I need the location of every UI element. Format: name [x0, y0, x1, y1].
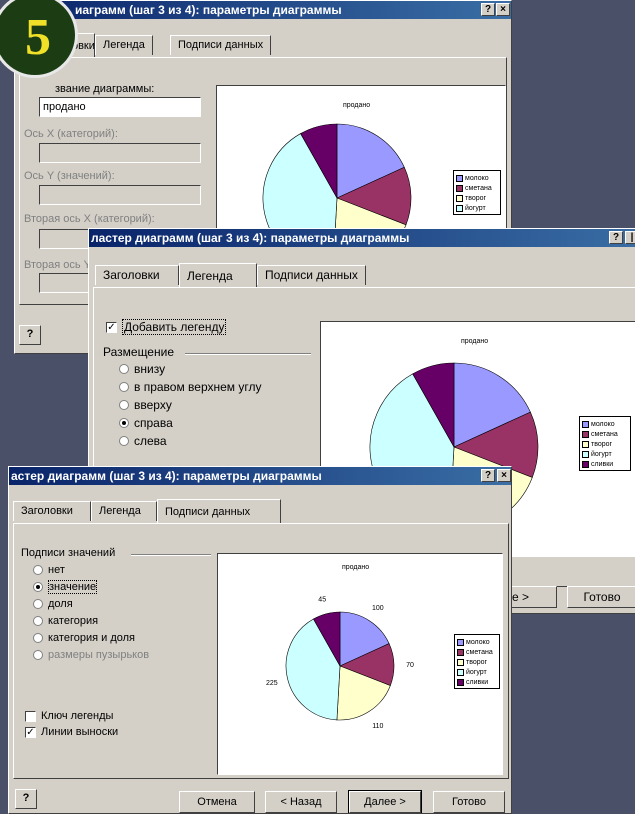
axis-x2-label: Вторая ось X (категорий):: [24, 213, 155, 225]
legend-swatch: [456, 194, 463, 202]
placement-group-label: Размещение: [103, 345, 174, 359]
checkbox-box: [25, 710, 36, 722]
value-label-options: нет значение доля категория категория и …: [33, 561, 149, 663]
help-button[interactable]: ?: [609, 231, 623, 244]
legend-item: молоко: [582, 419, 628, 429]
legend-item: молоко: [456, 173, 498, 183]
close-button[interactable]: |: [625, 231, 635, 244]
legend-swatch: [582, 440, 589, 448]
legend-swatch: [457, 648, 464, 656]
legend-swatch: [457, 668, 464, 676]
legend-item: йогурт: [456, 203, 498, 213]
checkbox-box: ✓: [106, 321, 117, 333]
chart-title-input[interactable]: продано: [39, 97, 201, 117]
group-divider: [131, 554, 211, 556]
chart-legend: молоко сметана творог йогурт сливки: [579, 416, 631, 471]
add-legend-checkbox[interactable]: ✓ Добавить легенду: [106, 318, 227, 336]
chart-wizard-dialog-data-labels: астер диаграмм (шаг 3 из 4): параметры д…: [8, 466, 512, 814]
placement-left-radio[interactable]: слева: [119, 432, 262, 450]
tab-data-labels[interactable]: Подписи данных: [257, 265, 366, 285]
axis-y-input[interactable]: [39, 185, 201, 205]
legend-swatch: [582, 460, 589, 468]
tab-legend[interactable]: Легенда: [179, 263, 257, 287]
dialog-title: иаграмм (шаг 3 из 4): параметры диаграмм…: [75, 3, 342, 17]
legend-item: сливки: [582, 459, 628, 469]
value-labels-group-label: Подписи значений: [21, 547, 116, 559]
placement-options: внизу в правом верхнем углу вверху справ…: [119, 360, 262, 450]
legend-swatch: [457, 638, 464, 646]
dialog-title-bar[interactable]: ластер диаграмм (шаг 3 из 4): параметры …: [89, 229, 635, 247]
cancel-button[interactable]: Отмена: [179, 791, 255, 813]
help-button[interactable]: ?: [481, 3, 495, 16]
dialog-title-bar[interactable]: астер диаграмм (шаг 3 из 4): параметры д…: [9, 467, 511, 485]
tab-strip: Заголовки Легенда Подписи данных: [13, 499, 503, 523]
axis-x-input[interactable]: [39, 143, 201, 163]
placement-bottom-radio[interactable]: внизу: [119, 360, 262, 378]
chart-legend: молоко сметана творог йогурт: [453, 170, 501, 215]
tab-data-labels[interactable]: Подписи данных: [157, 499, 281, 523]
checkbox-box: ✓: [25, 726, 36, 738]
legend-item: сметана: [582, 429, 628, 439]
chart-legend: молоко сметана творог йогурт сливки: [454, 634, 500, 689]
label-none-radio[interactable]: нет: [33, 561, 149, 578]
finish-button[interactable]: Готово: [433, 791, 505, 813]
tab-legend[interactable]: Легенда: [95, 35, 153, 55]
legend-swatch: [582, 420, 589, 428]
chart-title-label: звание диаграммы:: [55, 83, 155, 95]
data-label-2: 70: [406, 662, 414, 669]
chart-preview: продано 100 70 110 225 45 молоко сметана тво…: [217, 553, 503, 775]
legend-item: йогурт: [582, 449, 628, 459]
tab-titles[interactable]: Заголовки: [95, 265, 179, 285]
label-value-radio[interactable]: значение: [33, 578, 149, 595]
legend-swatch: [456, 174, 463, 182]
label-share-radio[interactable]: доля: [33, 595, 149, 612]
group-divider: [185, 353, 311, 355]
label-category-share-radio[interactable]: категория и доля: [33, 629, 149, 646]
help-icon[interactable]: ?: [19, 325, 41, 345]
legend-item: творог: [457, 657, 497, 667]
dialog-title: ластер диаграмм (шаг 3 из 4): параметры …: [91, 231, 410, 245]
data-label-3: 110: [372, 723, 383, 730]
legend-swatch: [582, 450, 589, 458]
legend-item: сметана: [456, 183, 498, 193]
legend-swatch: [457, 658, 464, 666]
placement-top-right-radio[interactable]: в правом верхнем углу: [119, 378, 262, 396]
legend-item: сливки: [457, 677, 497, 687]
legend-item: йогурт: [457, 667, 497, 677]
legend-swatch: [456, 184, 463, 192]
axis-x-label: Ось X (категорий):: [24, 128, 118, 140]
help-button[interactable]: ?: [481, 469, 495, 482]
close-button[interactable]: ×: [497, 469, 511, 482]
dialog-title: астер диаграмм (шаг 3 из 4): параметры д…: [11, 469, 322, 483]
label-bubble-size-radio[interactable]: размеры пузырьков: [33, 646, 149, 663]
tab-strip: Заголовки Легенда Подписи данных: [35, 33, 495, 57]
close-button[interactable]: ×: [496, 3, 510, 16]
legend-item: сметана: [457, 647, 497, 657]
placement-top-radio[interactable]: вверху: [119, 396, 262, 414]
legend-swatch: [456, 204, 463, 212]
axis-y2-label: Вторая ось Y: [24, 259, 91, 271]
legend-item: молоко: [457, 637, 497, 647]
legend-swatch: [457, 678, 464, 686]
back-button[interactable]: < Назад: [265, 791, 337, 813]
legend-item: творог: [582, 439, 628, 449]
placement-right-radio[interactable]: справа: [119, 414, 262, 432]
finish-button[interactable]: Готово: [567, 586, 635, 608]
legend-item: творог: [456, 193, 498, 203]
dialog-title-bar[interactable]: иаграмм (шаг 3 из 4): параметры диаграмм…: [15, 1, 511, 19]
tab-strip: Заголовки Легенда Подписи данных: [95, 263, 635, 287]
label-category-radio[interactable]: категория: [33, 612, 149, 629]
leader-lines-checkbox[interactable]: ✓ Линии выноски: [25, 723, 118, 741]
axis-y-label: Ось Y (значений):: [24, 170, 115, 182]
next-button[interactable]: Далее >: [348, 790, 422, 813]
help-icon[interactable]: ?: [15, 789, 37, 809]
tab-data-labels[interactable]: Подписи данных: [170, 35, 272, 55]
legend-swatch: [582, 430, 589, 438]
data-label-1: 100: [372, 605, 384, 612]
tab-titles[interactable]: Заголовки: [13, 501, 91, 521]
tab-legend[interactable]: Легенда: [91, 501, 157, 521]
data-label-4: 225: [266, 680, 278, 687]
data-label-5: 45: [318, 596, 326, 603]
